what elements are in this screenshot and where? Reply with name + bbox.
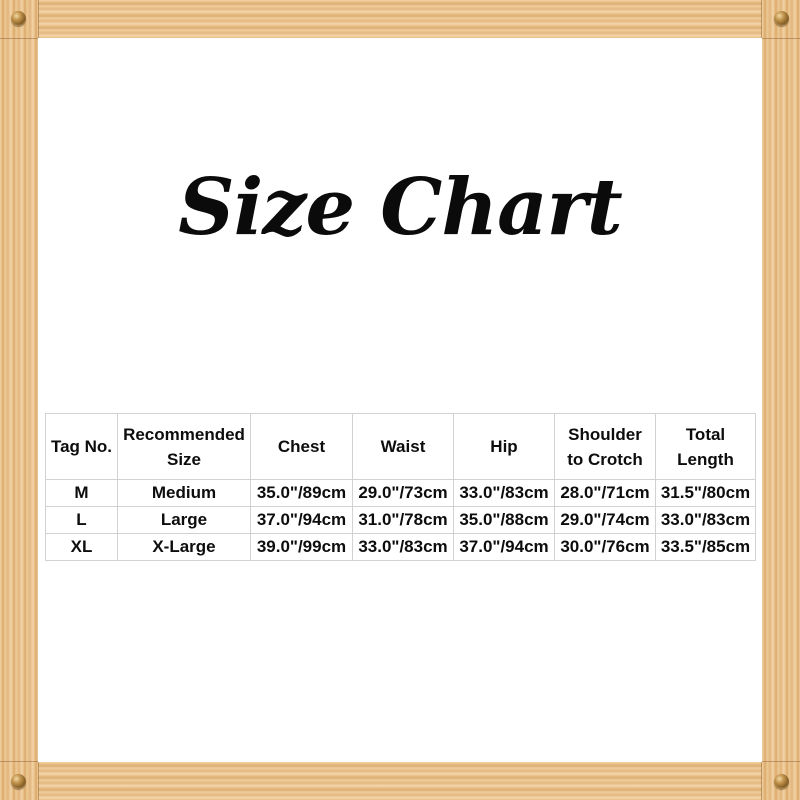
- column-header-line1: Shoulder: [568, 424, 642, 444]
- frame-seam-br-h: [762, 761, 800, 762]
- frame-rail-right: [762, 38, 800, 762]
- cell-chest: 37.0"/94cm: [250, 506, 353, 534]
- frame-seam-tl-v: [38, 0, 39, 38]
- column-header-line1: Hip: [490, 437, 518, 456]
- column-header-line2: Size: [166, 449, 202, 469]
- cell-total-length: 33.5"/85cm: [655, 533, 756, 561]
- brass-screw-icon: [774, 11, 789, 26]
- column-header-line1: Tag No.: [50, 437, 113, 456]
- cell-total-length: 33.0"/83cm: [655, 506, 756, 534]
- column-header-line1: Recommended: [123, 424, 245, 444]
- column-header-line2: Length: [677, 449, 734, 469]
- cell-tag: M: [45, 479, 118, 507]
- frame-seam-br-v: [761, 762, 762, 800]
- cell-hip: 37.0"/94cm: [453, 533, 555, 561]
- frame-rail-left: [0, 38, 38, 762]
- size-chart-image: Size Chart Tag No. Recommended Size Ches…: [0, 0, 800, 800]
- size-table: Tag No. Recommended Size Chest Waist Hip…: [45, 413, 756, 561]
- cell-hip: 35.0"/88cm: [453, 506, 555, 534]
- column-header-recommended-size: Recommended Size: [117, 413, 251, 480]
- column-header-total-length: Total Length: [655, 413, 756, 480]
- brass-screw-icon: [11, 11, 26, 26]
- table-header: Tag No. Recommended Size Chest Waist Hip…: [45, 413, 756, 480]
- size-table-container: Tag No. Recommended Size Chest Waist Hip…: [45, 413, 756, 561]
- cell-tag: XL: [45, 533, 118, 561]
- cell-total-length: 31.5"/80cm: [655, 479, 756, 507]
- cell-chest: 35.0"/89cm: [250, 479, 353, 507]
- frame-seam-bl-v: [38, 762, 39, 800]
- table-body: M Medium 35.0"/89cm 29.0"/73cm 33.0"/83c…: [45, 479, 756, 561]
- brass-screw-icon: [11, 774, 26, 789]
- cell-waist: 33.0"/83cm: [352, 533, 454, 561]
- chart-content-area: Size Chart Tag No. Recommended Size Ches…: [38, 38, 762, 762]
- column-header-line1: Waist: [380, 437, 426, 456]
- frame-seam-tl-h: [0, 38, 38, 39]
- cell-waist: 31.0"/78cm: [352, 506, 454, 534]
- table-row: XL X-Large 39.0"/99cm 33.0"/83cm 37.0"/9…: [45, 533, 756, 561]
- cell-recommended: X-Large: [117, 533, 251, 561]
- cell-waist: 29.0"/73cm: [352, 479, 454, 507]
- cell-chest: 39.0"/99cm: [250, 533, 353, 561]
- column-header-line2: to Crotch: [567, 449, 643, 469]
- column-header-tag-no: Tag No.: [45, 413, 118, 480]
- cell-hip: 33.0"/83cm: [453, 479, 555, 507]
- frame-seam-tr-h: [762, 38, 800, 39]
- column-header-hip: Hip: [453, 413, 555, 480]
- page-title: Size Chart: [178, 162, 623, 253]
- frame-rail-top: [38, 0, 762, 38]
- table-row: M Medium 35.0"/89cm 29.0"/73cm 33.0"/83c…: [45, 479, 756, 507]
- frame-seam-tr-v: [761, 0, 762, 38]
- frame-seam-bl-h: [0, 761, 38, 762]
- column-header-chest: Chest: [250, 413, 353, 480]
- column-header-line1: Total: [685, 424, 726, 444]
- cell-shoulder-to-crotch: 28.0"/71cm: [554, 479, 656, 507]
- cell-recommended: Medium: [117, 479, 251, 507]
- cell-shoulder-to-crotch: 29.0"/74cm: [554, 506, 656, 534]
- table-header-row: Tag No. Recommended Size Chest Waist Hip…: [45, 413, 756, 480]
- cell-shoulder-to-crotch: 30.0"/76cm: [554, 533, 656, 561]
- brass-screw-icon: [774, 774, 789, 789]
- column-header-waist: Waist: [352, 413, 454, 480]
- table-row: L Large 37.0"/94cm 31.0"/78cm 35.0"/88cm…: [45, 506, 756, 534]
- frame-rail-bottom: [38, 762, 762, 800]
- cell-tag: L: [45, 506, 118, 534]
- column-header-shoulder-to-crotch: Shoulder to Crotch: [554, 413, 656, 480]
- column-header-line1: Chest: [277, 437, 326, 456]
- cell-recommended: Large: [117, 506, 251, 534]
